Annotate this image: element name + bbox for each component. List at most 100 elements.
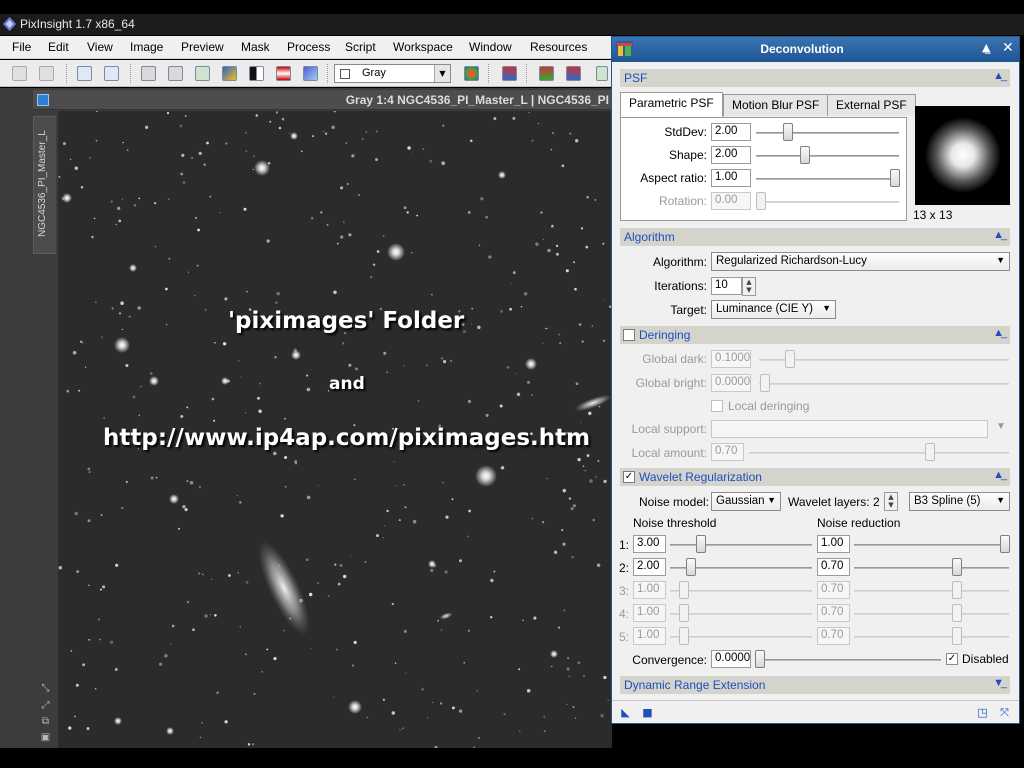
background-star [184,114,187,118]
noise-model-select[interactable]: Gaussian ▼ [711,492,781,511]
background-star [345,142,348,144]
preview-toggle-icon[interactable]: ⤧ [999,707,1010,718]
image-window-titlebar[interactable]: Gray 1:4 NGC4536_PI_Master_L | NGC4536_P… [33,90,612,110]
convergence-field[interactable]: 0.0000 [711,650,751,668]
apply-global-icon[interactable]: ■ [642,707,653,718]
wavelet-section-header[interactable]: ✓ Wavelet Regularization ▲̲ [620,468,1010,486]
mask-icon[interactable] [276,66,291,81]
menu-file[interactable]: File [12,40,31,54]
menu-preview[interactable]: Preview [181,40,224,54]
fit-view-icon[interactable] [596,66,608,81]
wavelet-layers-spinner[interactable]: ▲ ▼ [884,492,898,511]
collapse-section-icon[interactable]: ▲̲ [993,469,1004,481]
menu-script[interactable]: Script [345,40,376,54]
menu-process[interactable]: Process [287,40,330,54]
color-view-icon[interactable] [464,66,479,81]
noise-reduction-slider[interactable] [952,558,962,576]
stddev-slider[interactable] [783,123,793,141]
tab-external-psf[interactable]: External PSF [827,94,916,116]
restore-window-icon[interactable] [168,66,183,81]
background-star [84,366,87,368]
background-star [575,139,579,143]
noise-reduction-field[interactable]: 0.70 [817,558,850,576]
convergence-slider[interactable] [755,650,765,668]
menu-edit[interactable]: Edit [48,40,69,54]
algorithm-select[interactable]: Regularized Richardson-Lucy ▼ [711,252,1010,271]
noise-threshold-field[interactable]: 3.00 [633,535,666,553]
chevron-down-icon: ▼ [996,495,1005,505]
noise-threshold-header: Noise threshold [633,516,717,530]
zoom-out-icon[interactable] [566,66,581,81]
zoom-tool-icon[interactable]: ⤢ [40,700,51,711]
mask-view-icon[interactable]: ▣ [40,732,51,743]
stddev-field[interactable]: 2.00 [711,123,751,141]
background-star [165,287,168,291]
background-star [322,130,325,133]
shape-slider[interactable] [800,146,810,164]
collapse-section-icon[interactable]: ▲̲ [993,229,1004,241]
psf-section-header[interactable]: PSF ▲̲ [620,69,1010,87]
dynamic-range-section-header[interactable]: Dynamic Range Extension ▼̲ [620,676,1010,694]
collapse-section-icon[interactable]: ▲̲ [993,327,1004,339]
shape-field[interactable]: 2.00 [711,146,751,164]
background-star [187,271,190,273]
menu-workspace[interactable]: Workspace [393,40,453,54]
noise-threshold-slider[interactable] [686,558,696,576]
noise-reduction-field[interactable]: 1.00 [817,535,850,553]
deringing-checkbox[interactable] [623,329,635,341]
scaling-function-select[interactable]: B3 Spline (5) ▼ [909,492,1010,511]
pan-icon[interactable]: ⤡ [40,683,51,694]
psf-preview-graphic [915,106,1010,205]
identifier-icon[interactable] [77,66,92,81]
reset-icon[interactable]: ◳ [977,707,988,718]
algorithm-label: Algorithm: [652,255,707,269]
zoom-in-icon[interactable] [539,66,554,81]
deringing-section-header[interactable]: Deringing ▲̲ [620,326,1010,344]
collapse-section-icon[interactable]: ▲̲ [993,70,1004,82]
wavelet-layers-value[interactable]: 2 [873,495,880,509]
undo-icon[interactable] [12,66,27,81]
target-select[interactable]: Luminance (CIE Y) ▼ [711,300,836,319]
background-star [201,722,203,724]
convergence-disabled-checkbox[interactable]: ✓ [946,653,958,665]
tab-motion-blur-psf[interactable]: Motion Blur PSF [723,94,829,116]
dialog-titlebar[interactable]: Deconvolution ▲̲ ✕ [612,37,1019,62]
noise-threshold-slider[interactable] [696,535,706,553]
collapse-dialog-icon[interactable]: ▲̲ [982,41,990,54]
background-star [196,264,199,267]
new-preview-icon[interactable] [195,66,210,81]
readout-icon[interactable]: ⧉ [40,716,51,727]
background-star [306,374,309,377]
background-star [274,355,277,359]
aspect-ratio-field[interactable]: 1.00 [711,169,751,187]
image-side-tab[interactable]: NGC4536_PI_Master_L [33,116,56,254]
aspect-ratio-slider[interactable] [890,169,900,187]
invert-icon[interactable] [249,66,264,81]
menu-mask[interactable]: Mask [241,40,270,54]
noise-threshold-slider [679,604,689,622]
expand-section-icon[interactable]: ▼̲ [993,677,1004,689]
noise-reduction-slider[interactable] [1000,535,1010,553]
algorithm-section-header[interactable]: Algorithm ▲̲ [620,228,1010,246]
clone-window-icon[interactable] [104,66,119,81]
close-icon[interactable]: ✕ [1002,40,1014,56]
window-activate-icon[interactable] [37,94,49,106]
redo-icon[interactable] [39,66,54,81]
background-star [257,396,260,400]
minimize-window-icon[interactable] [141,66,156,81]
menu-view[interactable]: View [87,40,113,54]
wavelet-checkbox[interactable]: ✓ [623,471,635,483]
iterations-spinner[interactable]: ▲ ▼ [742,277,756,296]
menu-image[interactable]: Image [130,40,163,54]
iterations-field[interactable]: 10 [711,277,742,295]
menu-window[interactable]: Window [469,40,512,54]
new-instance-icon[interactable]: ◣ [620,707,631,718]
histogram-icon[interactable] [222,66,237,81]
menu-resources[interactable]: Resources [530,40,587,54]
stf-icon[interactable] [303,66,318,81]
tab-parametric-psf[interactable]: Parametric PSF [620,92,723,118]
noise-threshold-field[interactable]: 2.00 [633,558,666,576]
channel-select[interactable]: Gray ▼ [334,64,451,83]
auto-stretch-icon[interactable] [502,66,517,81]
background-star [506,365,510,369]
